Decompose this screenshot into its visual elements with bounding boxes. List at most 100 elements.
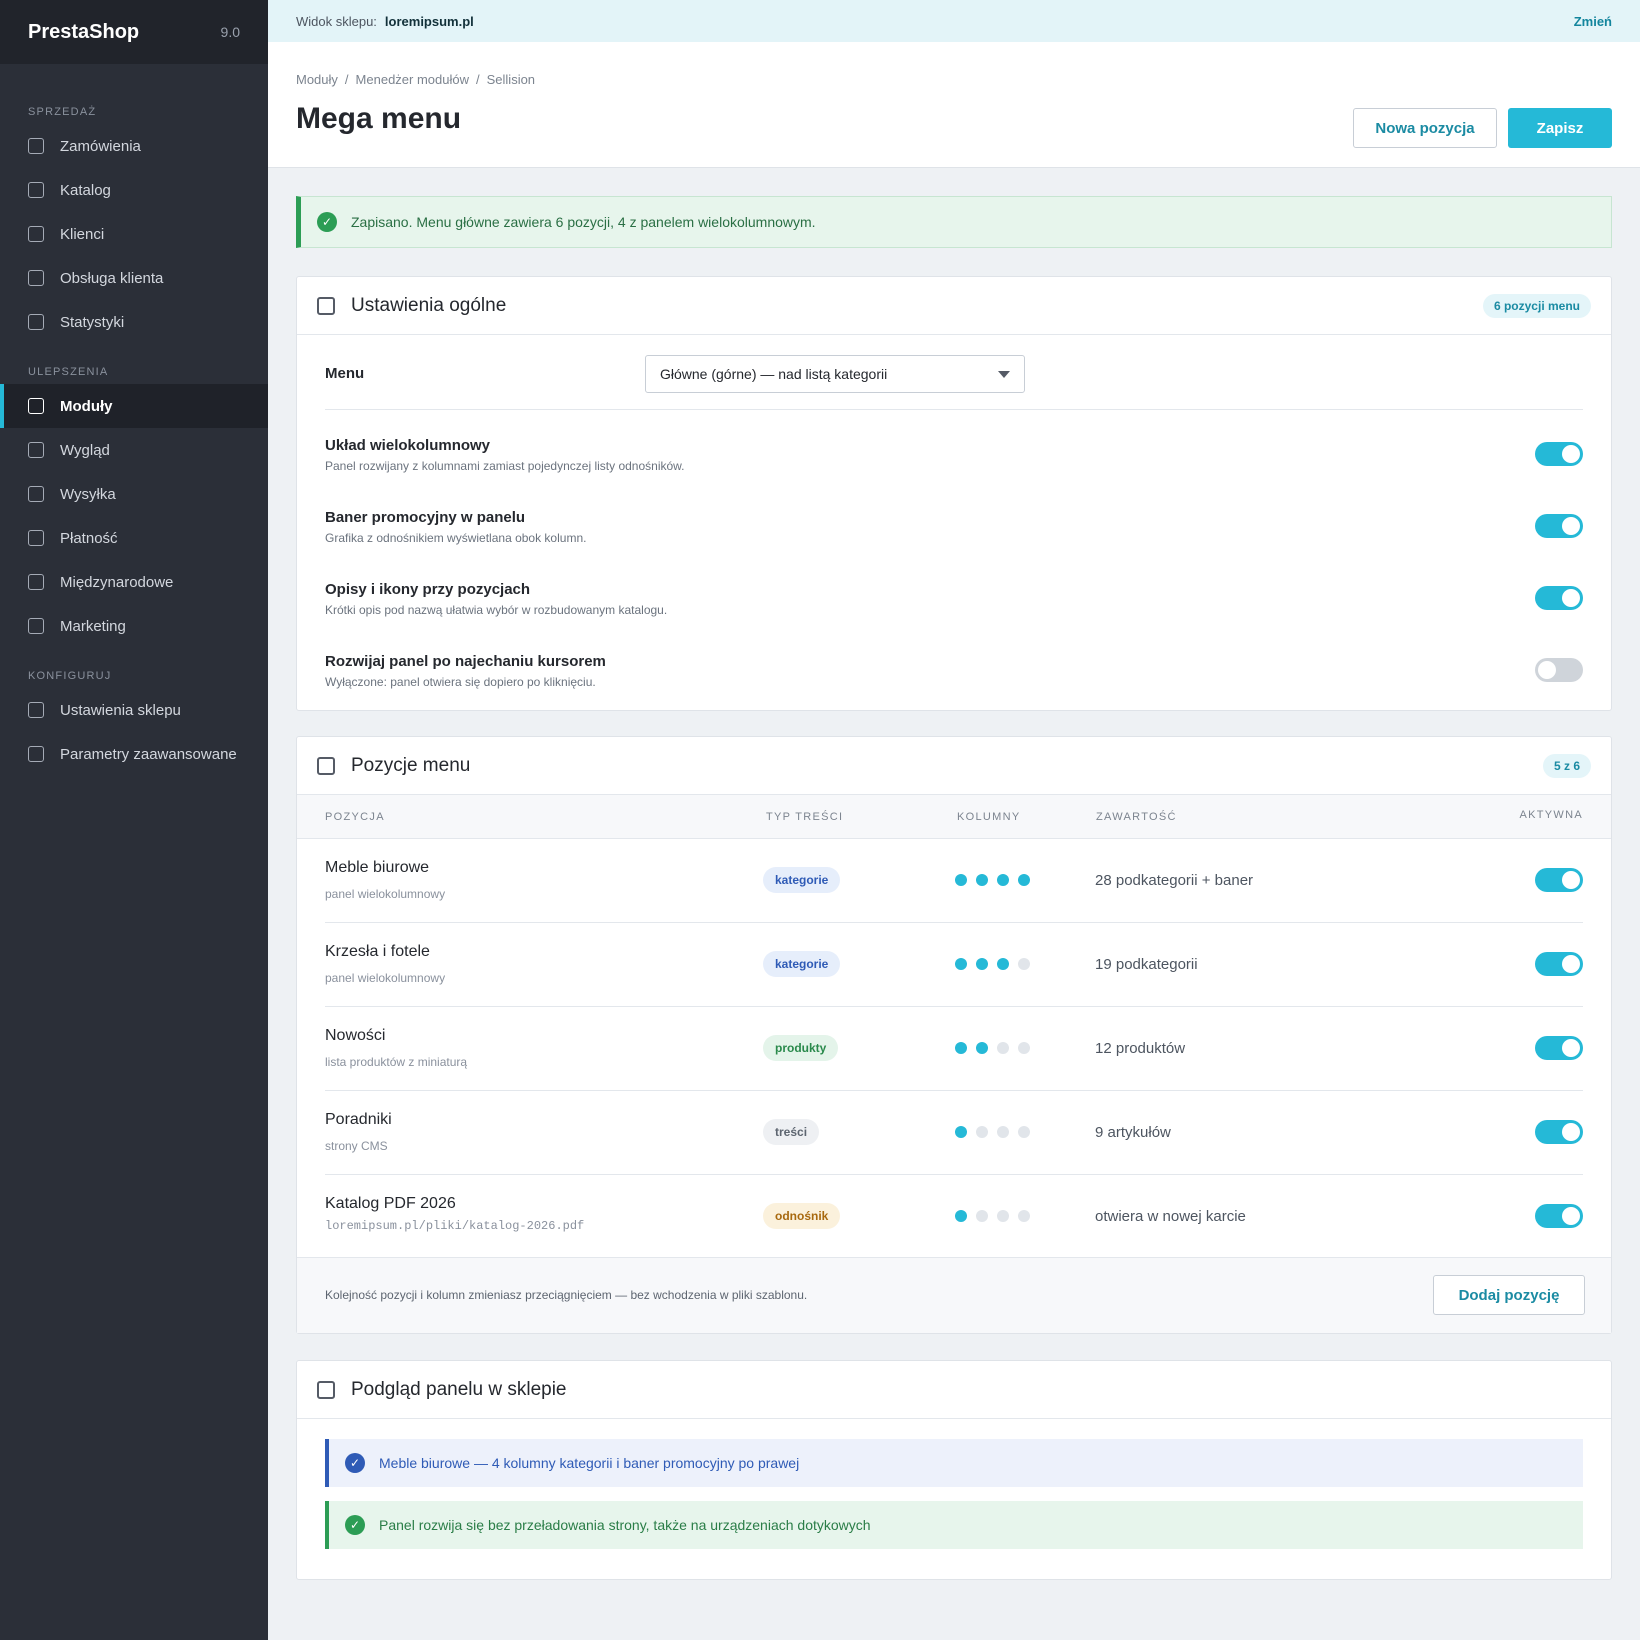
nav-section-sales: SPRZEDAŻ bbox=[28, 106, 97, 118]
sidebar-item-shop-parameters[interactable]: Ustawienia sklepu bbox=[0, 688, 268, 732]
item-name: Meble biurowe bbox=[325, 859, 430, 876]
sidebar-item-label: Płatność bbox=[60, 529, 118, 547]
breadcrumb-module-manager[interactable]: Menedżer modułów bbox=[356, 72, 469, 87]
list-icon bbox=[317, 756, 335, 775]
check-circle-icon: ✓ bbox=[317, 212, 337, 232]
column-dot bbox=[1018, 1126, 1030, 1138]
table-row[interactable]: Krzesła i fotele panel wielokolumnowy ka… bbox=[325, 923, 1583, 1007]
sidebar: PrestaShop 9.0 SPRZEDAŻ Zamówienia Katal… bbox=[0, 0, 268, 1640]
sidebar-item-modules[interactable]: Moduły bbox=[0, 384, 268, 428]
general-settings-header: Ustawienia ogólne 6 pozycji menu bbox=[297, 277, 1611, 335]
item-active-toggle[interactable] bbox=[1535, 1036, 1583, 1060]
table-row[interactable]: Meble biurowe panel wielokolumnowy kateg… bbox=[325, 839, 1583, 923]
breadcrumb-modules[interactable]: Moduły bbox=[296, 72, 338, 87]
descriptions-toggle[interactable] bbox=[1535, 586, 1583, 610]
sidebar-item-payment[interactable]: Płatność bbox=[0, 516, 268, 560]
sidebar-item-shipping[interactable]: Wysyłka bbox=[0, 472, 268, 516]
preview-note-text: Panel rozwija się bez przeładowania stro… bbox=[379, 1517, 871, 1533]
option-title: Rozwijaj panel po najechaniu kursorem bbox=[325, 653, 606, 670]
item-content: 19 podkategorii bbox=[1095, 956, 1198, 973]
menu-select-row: Menu Główne (górne) — nad listą kategori… bbox=[325, 355, 1583, 395]
preview-header: Podgląd panelu w sklepie bbox=[297, 1361, 1611, 1419]
sidebar-item-customers[interactable]: Klienci bbox=[0, 212, 268, 256]
hover-expand-toggle[interactable] bbox=[1535, 658, 1583, 682]
column-dot bbox=[955, 1042, 967, 1054]
change-shop-link[interactable]: Zmień bbox=[1574, 14, 1612, 29]
design-icon bbox=[28, 442, 44, 458]
column-dot bbox=[1018, 1210, 1030, 1222]
banner-toggle[interactable] bbox=[1535, 514, 1583, 538]
column-dot bbox=[1018, 958, 1030, 970]
menu-items-card: Pozycje menu 5 z 6 POZYCJA TYP TREŚCI KO… bbox=[296, 736, 1612, 1334]
table-row[interactable]: Nowości lista produktów z miniaturą prod… bbox=[325, 1007, 1583, 1091]
item-content: 28 podkategorii + baner bbox=[1095, 872, 1254, 889]
multicolumn-toggle[interactable] bbox=[1535, 442, 1583, 466]
add-item-button[interactable]: Dodaj pozycję bbox=[1433, 1275, 1585, 1315]
column-dot bbox=[997, 958, 1009, 970]
sidebar-item-advanced-parameters[interactable]: Parametry zaawansowane bbox=[0, 732, 268, 776]
item-name: Poradniki bbox=[325, 1111, 392, 1128]
breadcrumb-sellision[interactable]: Sellision bbox=[487, 72, 535, 87]
sidebar-item-marketing[interactable]: Marketing bbox=[0, 604, 268, 648]
menu-items-count-badge: 6 pozycji menu bbox=[1482, 293, 1591, 318]
menu-items-footer: Kolejność pozycji i kolumn zmieniasz prz… bbox=[297, 1257, 1611, 1333]
reorder-hint: Kolejność pozycji i kolumn zmieniasz prz… bbox=[325, 1288, 808, 1302]
table-row[interactable]: Poradniki strony CMS treści 9 artykułów bbox=[325, 1091, 1583, 1175]
sidebar-item-design[interactable]: Wygląd bbox=[0, 428, 268, 472]
general-settings-title: Ustawienia ogólne bbox=[351, 294, 507, 316]
preview-title: Podgląd panelu w sklepie bbox=[351, 1378, 567, 1400]
sidebar-item-orders[interactable]: Zamówienia bbox=[0, 124, 268, 168]
item-active-toggle[interactable] bbox=[1535, 868, 1583, 892]
marketing-icon bbox=[28, 618, 44, 634]
sidebar-item-catalog[interactable]: Katalog bbox=[0, 168, 268, 212]
item-name: Krzesła i fotele bbox=[325, 943, 430, 960]
table-row[interactable]: Katalog PDF 2026 loremipsum.pl/pliki/kat… bbox=[325, 1175, 1583, 1259]
customer-service-icon bbox=[28, 270, 44, 286]
app-logo[interactable]: PrestaShop bbox=[28, 21, 139, 44]
option-description: Krótki opis pod nazwą ułatwia wybór w ro… bbox=[325, 603, 668, 617]
save-button[interactable]: Zapisz bbox=[1508, 108, 1612, 148]
new-item-button[interactable]: Nowa pozycja bbox=[1353, 108, 1497, 148]
brand-bar: PrestaShop 9.0 bbox=[0, 0, 268, 64]
breadcrumb: Moduły / Menedżer modułów / Sellision bbox=[296, 72, 536, 87]
item-active-toggle[interactable] bbox=[1535, 1120, 1583, 1144]
option-description: Panel rozwijany z kolumnami zamiast poje… bbox=[325, 459, 685, 473]
option-row-banner: Baner promocyjny w panelu Grafika z odno… bbox=[325, 509, 1583, 555]
shop-name[interactable]: loremipsum.pl bbox=[385, 14, 474, 29]
column-header-type: TYP TREŚCI bbox=[766, 811, 844, 823]
orders-icon bbox=[28, 138, 44, 154]
menu-select-value: Główne (górne) — nad listą kategorii bbox=[660, 366, 888, 382]
sidebar-item-label: Katalog bbox=[60, 181, 111, 199]
item-active-toggle[interactable] bbox=[1535, 1204, 1583, 1228]
modules-icon bbox=[28, 398, 44, 414]
sidebar-item-stats[interactable]: Statystyki bbox=[0, 300, 268, 344]
shipping-icon bbox=[28, 486, 44, 502]
item-content: otwiera w nowej karcie bbox=[1095, 1208, 1246, 1225]
menu-select[interactable]: Główne (górne) — nad listą kategorii bbox=[645, 355, 1025, 393]
column-header-position: POZYCJA bbox=[325, 811, 385, 823]
sidebar-item-international[interactable]: Międzynarodowe bbox=[0, 560, 268, 604]
sidebar-item-label: Ustawienia sklepu bbox=[60, 701, 181, 719]
column-header-columns: KOLUMNY bbox=[957, 811, 1021, 823]
column-dot bbox=[997, 874, 1009, 886]
international-icon bbox=[28, 574, 44, 590]
sidebar-item-label: Obsługa klienta bbox=[60, 269, 164, 287]
column-header-active: AKTYWNA bbox=[1519, 809, 1583, 821]
columns-indicator bbox=[955, 1210, 1030, 1222]
option-title: Baner promocyjny w panelu bbox=[325, 509, 526, 526]
sidebar-item-label: Zamówienia bbox=[60, 137, 141, 155]
content-type-tag: kategorie bbox=[763, 951, 841, 977]
option-title: Układ wielokolumnowy bbox=[325, 437, 491, 454]
divider bbox=[325, 409, 1583, 410]
item-active-toggle[interactable] bbox=[1535, 952, 1583, 976]
option-title: Opisy i ikony przy pozycjach bbox=[325, 581, 531, 598]
sidebar-item-label: Statystyki bbox=[60, 313, 125, 331]
menu-select-label: Menu bbox=[325, 365, 365, 382]
general-settings-card: Ustawienia ogólne 6 pozycji menu Menu Gł… bbox=[296, 276, 1612, 711]
column-header-content: ZAWARTOŚĆ bbox=[1096, 811, 1177, 823]
sidebar-item-customer-service[interactable]: Obsługa klienta bbox=[0, 256, 268, 300]
option-description: Wyłączone: panel otwiera się dopiero po … bbox=[325, 675, 596, 689]
advanced-parameters-icon bbox=[28, 746, 44, 762]
option-row-hover: Rozwijaj panel po najechaniu kursorem Wy… bbox=[325, 653, 1583, 699]
page-header: Moduły / Menedżer modułów / Sellision Mega m… bbox=[268, 42, 1640, 168]
